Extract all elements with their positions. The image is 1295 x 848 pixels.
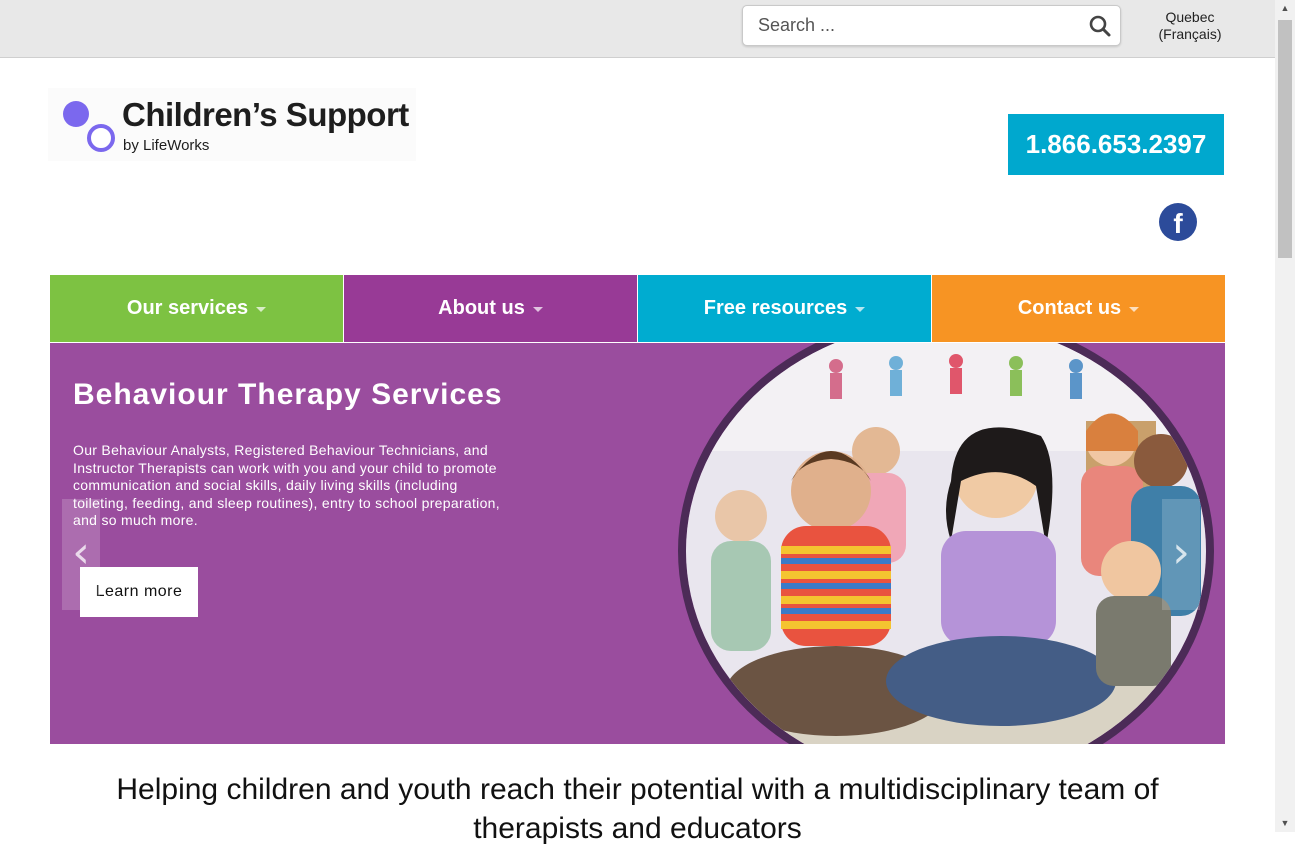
scroll-down-arrow-icon[interactable]: ▼ <box>1275 815 1295 832</box>
children-classroom-photo <box>678 343 1214 744</box>
hero-title: Behaviour Therapy Services <box>73 378 503 411</box>
hero-description: Our Behaviour Analysts, Registered Behav… <box>73 442 500 528</box>
site-logo[interactable]: Children’s Support by LifeWorks <box>48 88 416 161</box>
caret-down-icon <box>1129 307 1140 312</box>
search-box <box>742 5 1121 46</box>
nav-item-contact-us[interactable]: Contact us <box>932 275 1225 342</box>
carousel-next-arrow-icon[interactable]: › <box>1162 499 1200 610</box>
nav-item-about-us[interactable]: About us <box>344 275 638 342</box>
nav-item-label: Contact us <box>1017 297 1122 319</box>
language-link-line1: Quebec <box>1165 9 1215 25</box>
page-tagline: Helping children and youth reach their p… <box>116 773 1159 845</box>
caret-down-icon <box>855 307 866 312</box>
nav-item-label: About us <box>438 297 525 319</box>
language-link-line2: (Français) <box>1158 26 1222 42</box>
scrollbar-thumb[interactable] <box>1278 20 1292 258</box>
top-utility-bar: Quebec (Français) <box>0 0 1275 58</box>
nav-item-our-services[interactable]: Our services <box>50 275 344 342</box>
hero-slide: Behaviour Therapy Services Our Behaviour… <box>50 343 1225 744</box>
search-input[interactable] <box>743 6 1073 45</box>
logo-title: Children’s Support <box>122 96 409 133</box>
language-switch-link[interactable]: Quebec (Français) <box>1150 9 1230 43</box>
caret-down-icon <box>532 307 543 312</box>
facebook-icon[interactable]: f <box>1159 203 1197 241</box>
main-navigation: Our services About us Free resources Con… <box>50 275 1225 342</box>
nav-item-label: Free resources <box>703 297 848 319</box>
caret-down-icon <box>256 307 267 312</box>
page-scrollbar[interactable]: ▲ ▼ <box>1275 0 1295 832</box>
carousel-prev-arrow-icon[interactable]: ‹ <box>62 499 100 610</box>
logo-subtitle: by LifeWorks <box>123 137 210 154</box>
logo-circle-icon <box>63 101 89 127</box>
search-icon[interactable] <box>1088 14 1112 38</box>
nav-item-label: Our services <box>126 297 249 319</box>
nav-item-free-resources[interactable]: Free resources <box>638 275 932 342</box>
logo-ring-icon <box>87 124 115 152</box>
phone-number-button[interactable]: 1.866.653.2397 <box>1008 114 1224 175</box>
scroll-up-arrow-icon[interactable]: ▲ <box>1275 0 1295 17</box>
